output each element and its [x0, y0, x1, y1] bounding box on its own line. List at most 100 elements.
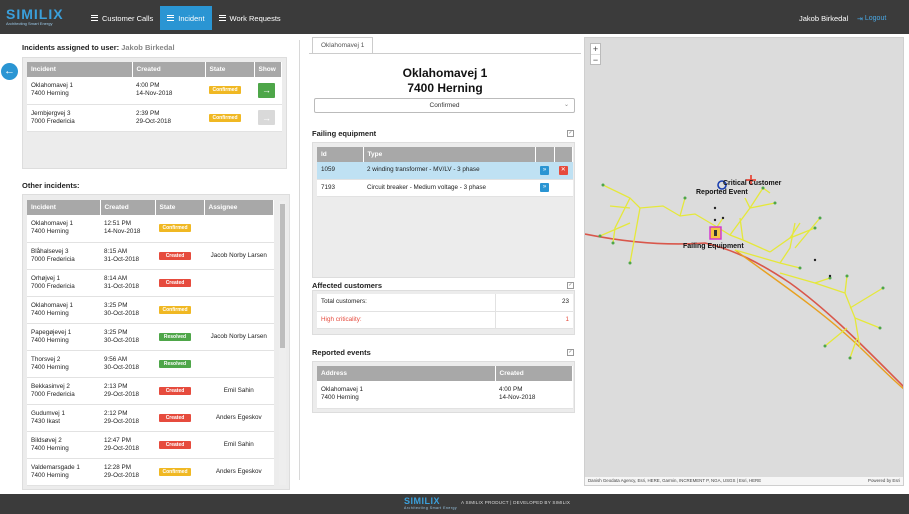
incident-cell: Valdemarsgade 1 7400 Herning	[27, 458, 100, 486]
col-state[interactable]: State	[155, 200, 205, 215]
footer-text: A SIMILIX PRODUCT | DEVELOPED BY SIMILIX	[461, 500, 571, 505]
assigned-heading: Incidents assigned to user: Jakob Birked…	[22, 43, 175, 52]
col-incident[interactable]: Incident	[27, 62, 133, 77]
show-button[interactable]: →	[258, 82, 275, 98]
affected-heading: Affected customers	[312, 281, 383, 290]
other-heading: Other incidents:	[22, 181, 80, 190]
high-criticality-value: 1	[495, 311, 573, 329]
table-row[interactable]: Oklahomavej 1 7400 Herning 4:00 PM 14-Nov-2…	[27, 77, 282, 105]
locate-icon[interactable]: »	[540, 183, 549, 192]
status-badge: Created	[159, 440, 191, 449]
show-cell: →	[254, 77, 282, 105]
high-criticality-label: High criticality:	[317, 311, 496, 329]
failing-heading: Failing equipment	[312, 129, 377, 138]
collapse-icon[interactable]: ✓	[567, 282, 574, 289]
table-row[interactable]: Thorsvej 2 7400 Herning 9:56 AM 30-Oct-2018…	[27, 350, 274, 378]
created-cell: 9:56 AM 30-Oct-2018	[100, 350, 155, 378]
attribution-text: Danish Geodata Agency, Esri, HERE, Garmi…	[588, 478, 762, 483]
id-cell: 7193	[317, 179, 363, 197]
scrollbar-thumb[interactable]	[280, 204, 285, 348]
table-row[interactable]: Jernbjergvej 3 7000 Fredericia 2:39 PM 29-O…	[27, 104, 282, 132]
col-incident[interactable]: Incident	[27, 200, 101, 215]
footer-brand: SIMILIX	[404, 496, 441, 506]
col-address[interactable]: Address	[317, 366, 496, 381]
table-row[interactable]: Oklahomavej 1 7400 Herning 4:00 PM 14-Nov-2…	[317, 381, 573, 409]
nav-incident[interactable]: Incident	[160, 6, 212, 30]
network-map[interactable]	[585, 38, 904, 486]
col-created[interactable]: Created	[132, 62, 206, 77]
table-row[interactable]: Orhøjvej 1 7000 Fredericia 8:14 AM 31-Oct-2…	[27, 269, 274, 297]
created-cell: 3:25 PM 30-Oct-2018	[100, 296, 155, 324]
main-nav: Customer Calls Incident Work Requests	[84, 6, 288, 30]
zoom-in-button[interactable]: +	[591, 44, 600, 54]
collapse-icon[interactable]: ✓	[567, 349, 574, 356]
state-cell: Resolved	[155, 323, 204, 351]
failing-equipment-label: Failing Equipment	[683, 243, 744, 250]
logout-link[interactable]: ⇥ Logout	[857, 15, 886, 23]
close-icon[interactable]: ✕	[558, 165, 568, 175]
incident-cell: Gudumvej 1 7430 Ikast	[27, 404, 100, 432]
panel-divider	[299, 40, 300, 480]
assignee-cell: Anders Egeskov	[204, 404, 274, 432]
table-row[interactable]: Oklahomavej 1 7400 Herning 3:25 PM 30-Oct-2…	[27, 296, 274, 324]
list-icon	[218, 15, 226, 21]
assignee-cell: Jacob Norby Larsen	[204, 242, 274, 270]
table-row[interactable]: Blåhalsevej 3 7000 Fredericia 8:15 AM 31-Oc…	[27, 242, 274, 270]
zoom-out-button[interactable]: −	[591, 54, 600, 65]
col-remove	[554, 147, 573, 162]
address-cell: Oklahomavej 1 7400 Herning	[317, 381, 495, 409]
events-box: Address Created Oklahomavej 1 7400 Hernin…	[312, 361, 575, 413]
table-row[interactable]: Bildsøvej 2 7400 Herning 12:47 PM 29-Oct-20…	[27, 431, 274, 459]
tab-incident[interactable]: Oklahomavej 1	[312, 37, 374, 53]
created-cell: 2:39 PM 29-Oct-2018	[132, 104, 205, 132]
nav-work-requests[interactable]: Work Requests	[212, 6, 288, 30]
other-box: Incident Created State Assignee Oklahoma…	[22, 194, 290, 490]
col-created[interactable]: Created	[495, 366, 573, 381]
collapse-icon[interactable]: ✓	[567, 130, 574, 137]
col-locate	[535, 147, 555, 162]
failing-box: Id Type 1059 2 winding transformer - MV/L…	[312, 142, 575, 278]
status-select[interactable]: Confirmed ⌄	[314, 98, 575, 113]
incident-cell: Orhøjvej 1 7000 Fredericia	[27, 269, 100, 297]
other-scrollbar[interactable]	[279, 201, 286, 485]
created-cell: 12:51 PM 14-Nov-2018	[100, 215, 155, 243]
col-created[interactable]: Created	[100, 200, 156, 215]
table-row[interactable]: Bekkasinvej 2 7000 Fredericia 2:13 PM 29-Oc…	[27, 377, 274, 405]
map-view[interactable]: Critical Customer Reported Event Failing…	[584, 37, 904, 486]
back-arrow-icon[interactable]: ←	[1, 63, 18, 80]
detail-title-line2: 7400 Herning	[407, 81, 483, 95]
table-row[interactable]: Gudumvej 1 7430 Ikast 2:12 PM 29-Oct-2018 Cr…	[27, 404, 274, 432]
col-assignee[interactable]: Assignee	[204, 200, 274, 215]
brand-logo[interactable]: SIMILIX Architecting Smart Energy	[6, 7, 64, 26]
logout-icon: ⇥	[857, 16, 863, 23]
failing-equipment-symbol	[714, 230, 717, 236]
network-lines	[599, 184, 884, 359]
failing-table: Id Type 1059 2 winding transformer - MV/L…	[317, 147, 573, 197]
state-cell: Confirmed	[205, 77, 254, 105]
nav-customer-calls[interactable]: Customer Calls	[84, 6, 160, 30]
status-badge: Resolved	[159, 359, 191, 368]
locate-icon[interactable]: »	[540, 165, 549, 175]
table-row[interactable]: 7193 Circuit breaker - Medium voltage - 3…	[317, 179, 573, 197]
type-cell: 2 winding transformer - MV/LV - 3 phase	[363, 162, 535, 180]
status-badge: Created	[159, 413, 191, 422]
created-cell: 8:15 AM 31-Oct-2018	[100, 242, 155, 270]
incident-cell: Oklahomavej 1 7400 Herning	[27, 296, 100, 324]
assignee-cell: Emil Sahin	[204, 431, 274, 459]
transformer-markers	[713, 206, 832, 278]
table-row[interactable]: Valdemarsgade 1 7400 Herning 12:28 PM 29-Oc…	[27, 458, 274, 486]
state-cell: Created	[155, 431, 204, 459]
table-row[interactable]: 1059 2 winding transformer - MV/LV - 3 ph…	[317, 162, 573, 180]
powered-by[interactable]: Powered by Esri	[868, 477, 900, 485]
col-state[interactable]: State	[205, 62, 255, 77]
assigned-box: Incident Created State Show Oklahomavej …	[22, 57, 287, 169]
table-row[interactable]: Oklahomavej 1 7400 Herning 12:51 PM 14-Nov-…	[27, 215, 274, 243]
incident-cell: Oklahomavej 1 7400 Herning	[27, 215, 100, 243]
col-id[interactable]: Id	[317, 147, 364, 162]
show-cell: →	[254, 104, 282, 132]
col-type[interactable]: Type	[363, 147, 536, 162]
show-button[interactable]: →	[258, 110, 275, 125]
table-row[interactable]: Papegøjevej 1 7400 Herning 3:25 PM 30-Oct-2…	[27, 323, 274, 351]
incident-cell: Thorsvej 2 7400 Herning	[27, 350, 100, 378]
list-icon	[91, 15, 98, 21]
